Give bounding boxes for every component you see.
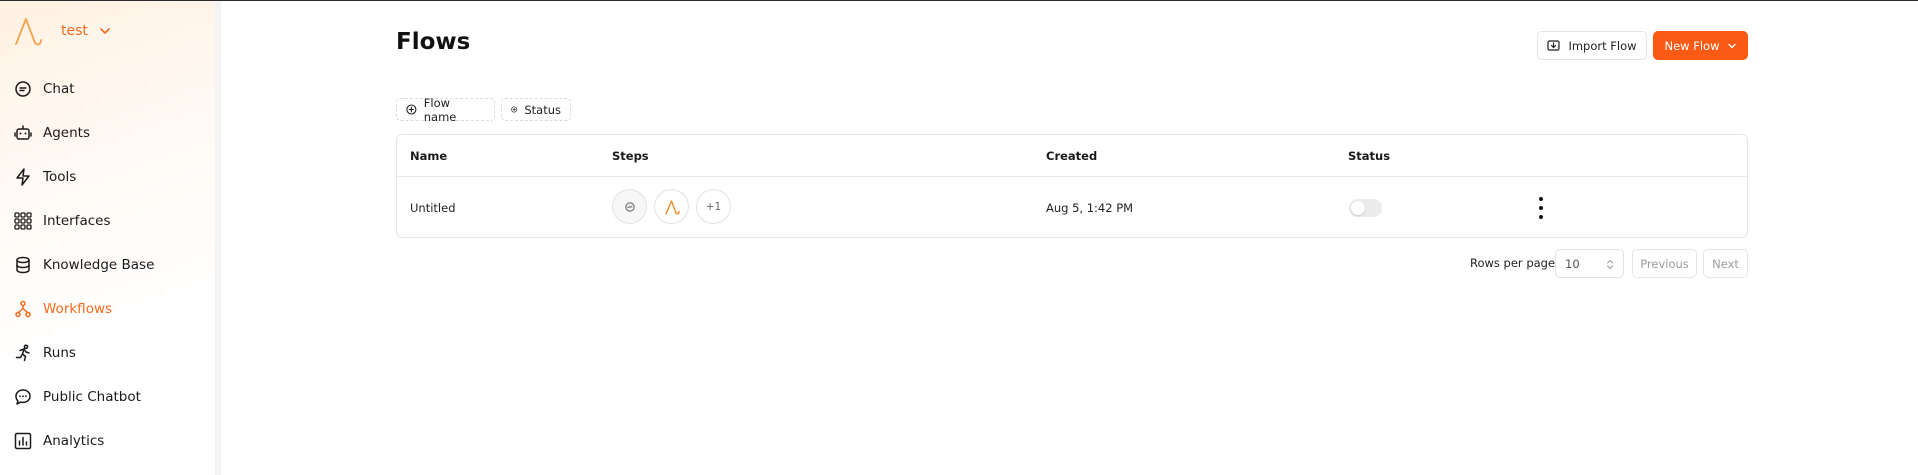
chart-icon [14,432,32,450]
sidebar-item-runs[interactable]: Runs [0,331,215,375]
column-header-status[interactable]: Status [1348,149,1390,163]
status-filter-label: Status [524,102,561,117]
rows-per-page-select[interactable]: 10 [1555,249,1624,278]
sidebar-item-knowledge-base[interactable]: Knowledge Base [0,243,215,287]
sidebar-nav: Chat Agents Tools Interfaces Knowledge B… [0,67,215,463]
new-flow-label: New Flow [1664,38,1720,53]
main-content: Flows Import Flow New Flow Flow name Sta… [221,1,1918,475]
status-filter-button[interactable]: Status [501,98,571,121]
runner-icon [15,344,30,362]
table-header: Name Steps Created Status [397,135,1747,177]
plus-circle-icon [511,106,518,113]
chevron-updown-icon [1607,260,1613,269]
step-badge [612,189,647,224]
chat-icon [15,81,31,97]
app-logo-icon [15,18,42,46]
chat-bubble-icon [15,389,31,405]
sidebar-item-tools[interactable]: Tools [0,155,215,199]
sidebar-item-label: Workflows [43,301,113,317]
sidebar-item-label: Analytics [43,433,105,449]
steps-cell: +1 [612,189,738,224]
import-flow-label: Import Flow [1568,38,1637,53]
sidebar: test Chat Agents Tools Interfaces Knowle… [0,1,221,475]
step-badge [654,189,689,224]
sidebar-item-analytics[interactable]: Analytics [0,419,215,463]
row-actions-icon[interactable] [1534,197,1548,219]
sidebar-item-label: Tools [43,169,77,185]
sidebar-item-public-chatbot[interactable]: Public Chatbot [0,375,215,419]
sidebar-item-label: Agents [43,125,90,141]
sidebar-item-agents[interactable]: Agents [0,111,215,155]
grid-icon [14,212,32,230]
workspace-switcher[interactable]: test [13,15,112,47]
column-header-name[interactable]: Name [410,149,447,163]
import-icon [1547,40,1561,51]
sidebar-item-label: Runs [43,345,76,361]
table-row[interactable]: Untitled +1 Aug 5, 1:42 PM [397,177,1747,237]
sidebar-item-workflows[interactable]: Workflows [0,287,215,331]
new-flow-button[interactable]: New Flow [1653,31,1748,60]
step-link-icon [624,201,635,212]
previous-page-button[interactable]: Previous [1632,249,1697,278]
database-icon [16,256,30,274]
workspace-name: test [61,23,88,39]
robot-icon [14,125,32,140]
rows-per-page-value: 10 [1565,256,1580,271]
workflow-icon [15,300,31,318]
chevron-down-icon [100,28,110,34]
flow-name-filter-label: Flow name [423,95,457,124]
sidebar-item-interfaces[interactable]: Interfaces [0,199,215,243]
app-logo-icon [664,199,680,215]
created-cell: Aug 5, 1:42 PM [1046,201,1134,215]
status-toggle[interactable] [1349,199,1382,217]
sidebar-item-label: Public Chatbot [43,389,141,405]
sidebar-item-label: Knowledge Base [43,257,155,273]
sidebar-item-label: Chat [43,81,75,97]
sidebar-item-label: Interfaces [43,213,111,229]
column-header-steps[interactable]: Steps [612,149,649,163]
flows-table: Name Steps Created Status Untitled +1 Au… [396,134,1748,238]
flow-name-cell[interactable]: Untitled [410,201,456,215]
more-steps-badge[interactable]: +1 [696,189,731,224]
plus-circle-icon [406,104,417,115]
toggle-knob [1351,201,1365,215]
lightning-icon [16,168,30,186]
page-title: Flows [396,29,471,55]
flow-name-filter-button[interactable]: Flow name [396,95,495,124]
app: test Chat Agents Tools Interfaces Knowle… [0,1,1918,475]
sidebar-item-chat[interactable]: Chat [0,67,215,111]
rows-per-page-label: Rows per page [1470,256,1556,270]
import-flow-button[interactable]: Import Flow [1537,31,1647,60]
next-page-button[interactable]: Next [1703,249,1748,278]
column-header-created[interactable]: Created [1046,149,1097,163]
chevron-down-icon [1727,43,1736,48]
